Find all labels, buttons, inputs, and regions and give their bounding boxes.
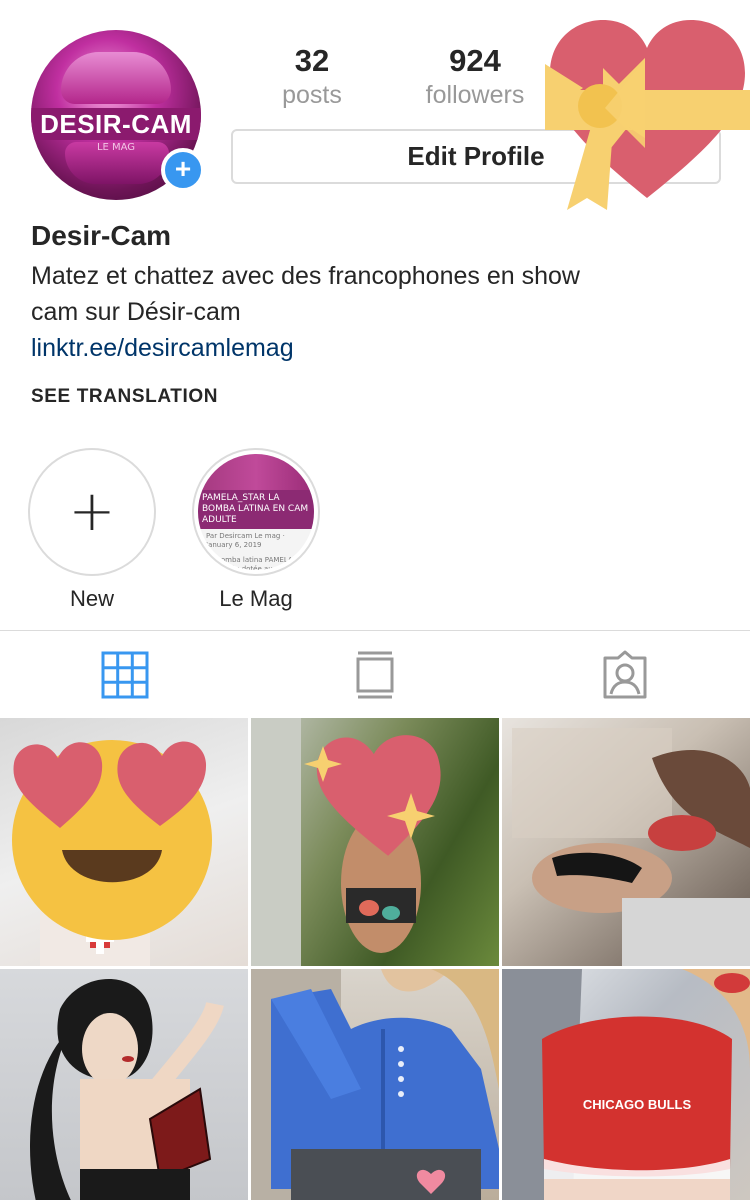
jersey-text: CHICAGO BULLS — [583, 1097, 692, 1112]
tagged-icon[interactable] — [600, 650, 650, 700]
thumb-title: PAMELA_STAR LA BOMBA LATINA EN CAM ADULT… — [198, 490, 314, 529]
sparkle-heart-sticker — [251, 718, 441, 966]
bio-line-1: Matez et chattez avec des francophones e… — [31, 262, 580, 290]
avatar-lips-top — [61, 52, 171, 104]
highlight-label: Le Mag — [219, 586, 293, 611]
highlight-new-ring: + — [28, 448, 156, 576]
bio-line-2: cam sur Désir-cam — [31, 298, 241, 326]
highlight-le-mag[interactable]: PAMELA_STAR LA BOMBA LATINA EN CAM ADULT… — [192, 448, 320, 612]
post-thumbnail[interactable] — [0, 718, 248, 966]
thumb-header-image — [198, 454, 314, 490]
add-story-button[interactable]: + — [161, 148, 205, 192]
highlight-label: New — [69, 586, 114, 611]
post-image — [30, 979, 224, 1200]
post-thumbnail[interactable] — [502, 718, 750, 966]
followers-stat[interactable]: 924 followers — [410, 42, 540, 110]
highlight-mag-thumbnail: PAMELA_STAR LA BOMBA LATINA EN CAM ADULT… — [198, 454, 314, 570]
highlight-new[interactable]: + New — [28, 448, 156, 612]
followers-label: followers — [425, 81, 525, 109]
see-translation-link[interactable]: SEE TRANSLATION — [31, 386, 218, 408]
followers-count: 924 — [449, 43, 501, 78]
post-thumbnail[interactable] — [251, 969, 499, 1200]
posts-stat: 32 posts — [262, 42, 362, 110]
posts-grid: CHICAGO BULLS — [0, 718, 750, 1200]
profile-bio: Matez et chattez avec des francophones e… — [31, 258, 721, 330]
post-image — [512, 728, 750, 966]
highlight-mag-ring: PAMELA_STAR LA BOMBA LATINA EN CAM ADULT… — [192, 448, 320, 576]
post-thumbnail[interactable] — [0, 969, 248, 1200]
avatar-brand-text: DESIR-CAM — [31, 108, 201, 140]
post-image — [251, 969, 499, 1200]
post-thumbnail[interactable]: CHICAGO BULLS — [502, 969, 750, 1200]
profile-link[interactable]: linktr.ee/desircamlemag — [31, 330, 294, 366]
feed-icon[interactable] — [350, 650, 400, 700]
posts-label: posts — [282, 81, 342, 109]
post-image: CHICAGO BULLS — [502, 969, 750, 1200]
thumb-text: La bomba latina PAMELA-STAR très dotée a… — [206, 556, 296, 570]
posts-count: 32 — [294, 43, 330, 78]
post-thumbnail[interactable] — [251, 718, 499, 966]
heart-eyes-emoji-sticker — [12, 740, 212, 966]
thumb-meta: Par Desircam Le mag · January 6, 2019 — [206, 532, 285, 549]
tabs-divider — [0, 630, 750, 631]
gift-heart-sticker — [545, 20, 750, 210]
profile-name: Desir-Cam — [31, 220, 172, 251]
profile-avatar[interactable]: DESIR-CAM LE MAG + — [31, 30, 205, 200]
plus-icon: + — [174, 153, 192, 184]
grid-icon[interactable] — [100, 650, 150, 700]
plus-icon: + — [68, 479, 116, 544]
